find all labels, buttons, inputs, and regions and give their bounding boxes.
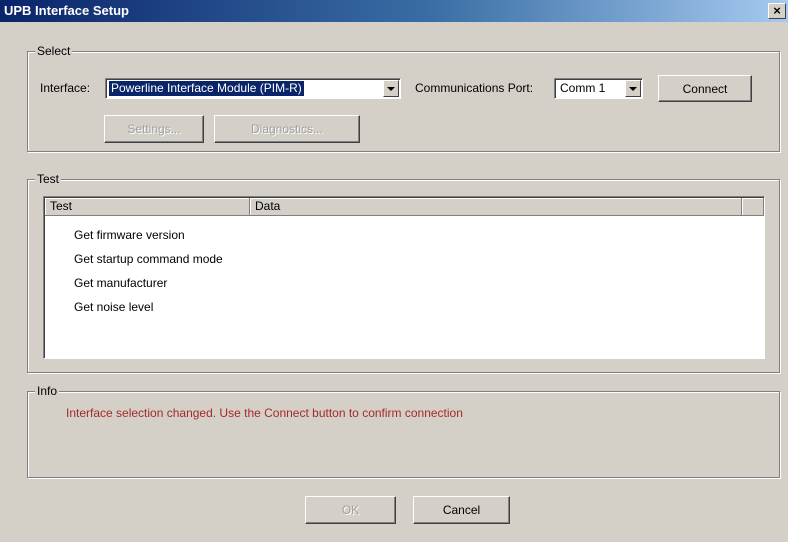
- list-item[interactable]: Get firmware version: [74, 227, 185, 243]
- interface-dropdown[interactable]: Powerline Interface Module (PIM-R): [105, 78, 401, 99]
- cancel-button[interactable]: Cancel: [413, 496, 510, 524]
- diagnostics-button[interactable]: Diagnostics...: [214, 115, 360, 143]
- interface-label: Interface:: [40, 81, 91, 95]
- column-header-test[interactable]: Test: [45, 198, 250, 216]
- settings-button[interactable]: Settings...: [104, 115, 204, 143]
- connect-button[interactable]: Connect: [658, 75, 752, 102]
- interface-value: Powerline Interface Module (PIM-R): [109, 81, 304, 96]
- comm-port-label: Communications Port:: [415, 81, 534, 95]
- test-group-label: Test: [35, 172, 62, 186]
- test-list[interactable]: Test Data Get firmware version Get start…: [43, 196, 765, 359]
- list-item[interactable]: Get noise level: [74, 299, 153, 315]
- column-header-data[interactable]: Data: [250, 198, 742, 216]
- list-item[interactable]: Get manufacturer: [74, 275, 167, 291]
- ok-button[interactable]: OK: [305, 496, 396, 524]
- chevron-down-icon[interactable]: [383, 80, 399, 97]
- list-item[interactable]: Get startup command mode: [74, 251, 223, 267]
- chevron-down-icon[interactable]: [625, 80, 641, 97]
- info-group-label: Info: [35, 384, 60, 398]
- select-group-label: Select: [35, 44, 73, 58]
- window-title: UPB Interface Setup: [4, 3, 129, 18]
- title-bar[interactable]: UPB Interface Setup ×: [0, 0, 788, 22]
- comm-port-value: Comm 1: [560, 81, 606, 95]
- comm-port-dropdown[interactable]: Comm 1: [554, 78, 643, 99]
- info-message: Interface selection changed. Use the Con…: [66, 406, 463, 420]
- column-header-filler: [742, 198, 764, 216]
- close-icon[interactable]: ×: [768, 3, 786, 19]
